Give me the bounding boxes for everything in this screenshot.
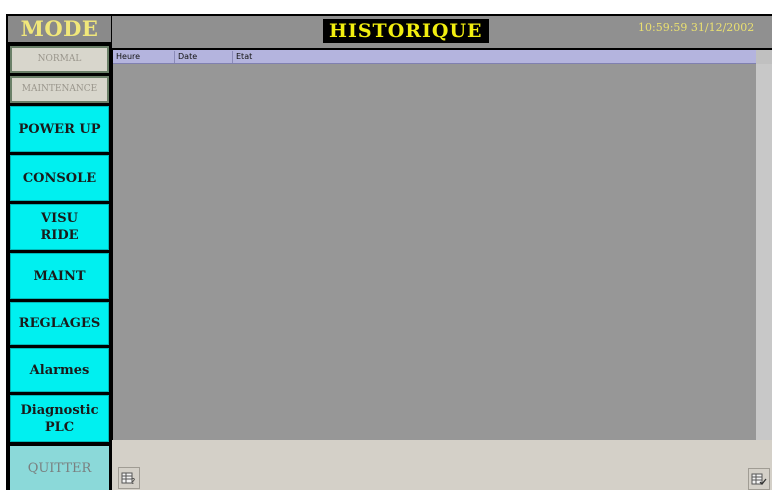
column-header-date[interactable]: Date [174,51,235,63]
nav-diagnostic-plc-button[interactable]: Diagnostic PLC [10,395,109,442]
quit-button[interactable]: QUITTER [10,446,109,490]
nav-console-button[interactable]: CONSOLE [10,155,109,201]
nav-maint-button[interactable]: MAINT [10,253,109,299]
clock-display: 10:59:59 31/12/2002 [638,21,755,34]
column-header-heure[interactable]: Heure [113,51,176,63]
table-header: Heure Date Etat [113,50,756,64]
nav-visu-ride-button[interactable]: VISU RIDE [10,204,109,250]
history-table-body[interactable] [113,64,756,440]
nav-alarmes-button[interactable]: Alarmes [10,348,109,392]
vertical-scrollbar[interactable] [756,50,772,440]
table-help-button[interactable]: ? [118,467,140,489]
mode-normal-button[interactable]: NORMAL [10,46,109,73]
scrollbar-cap [756,50,772,64]
nav-power-up-button[interactable]: POWER UP [10,106,109,152]
bottom-toolbar [112,440,772,490]
table-help-icon: ? [121,472,135,485]
table-check-icon [751,473,767,485]
svg-text:?: ? [131,477,135,485]
nav-reglages-button[interactable]: REGLAGES [10,302,109,345]
table-check-button[interactable] [748,468,770,490]
mode-maintenance-button[interactable]: MAINTENANCE [10,76,109,103]
mode-title: MODE [8,16,111,42]
column-header-etat[interactable]: Etat [232,51,756,63]
page-title: HISTORIQUE [323,19,489,43]
